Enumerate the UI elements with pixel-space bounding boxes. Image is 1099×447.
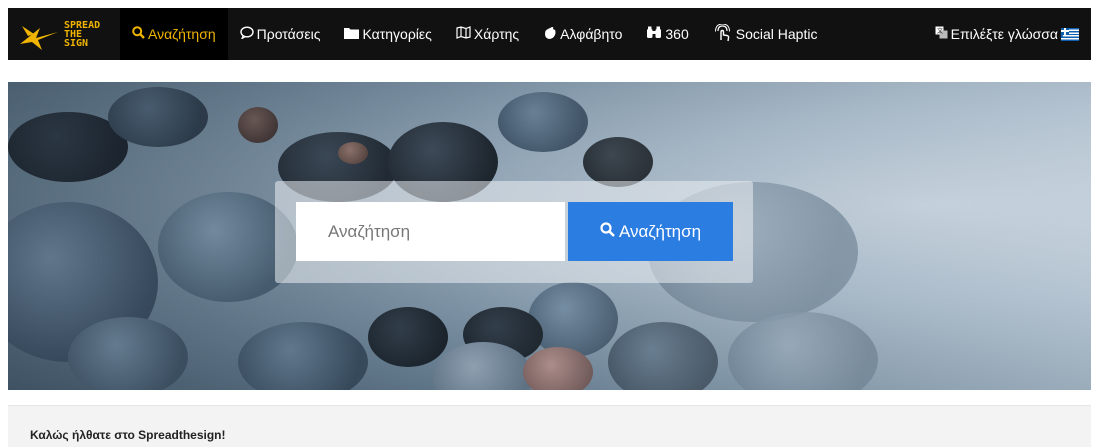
nav-item-alphabet[interactable]: Αλφάβητο: [531, 8, 634, 60]
nav-item-categories[interactable]: Κατηγορίες: [332, 8, 443, 60]
language-label: Επιλέξτε γλώσσα: [950, 26, 1058, 42]
svg-text:文: 文: [937, 27, 943, 35]
greek-flag-icon: [1061, 27, 1079, 41]
speech-bubble-icon: [239, 26, 254, 42]
nav-item-label: Αναζήτηση: [148, 26, 216, 42]
map-icon: [456, 26, 471, 42]
nav-item-suggestions[interactable]: Προτάσεις: [228, 8, 333, 60]
nav-item-search[interactable]: Αναζήτηση: [120, 8, 228, 60]
search-icon: [132, 26, 145, 42]
nav-item-label: Social Haptic: [735, 26, 818, 42]
welcome-section: Καλώς ήλθατε στο Spreadthesign!: [8, 405, 1091, 447]
search-input[interactable]: [296, 202, 565, 261]
nav-item-label: 360: [665, 26, 689, 42]
translate-icon: 文: [935, 26, 948, 42]
spreadthesign-logo[interactable]: SPREAD THE SIGN: [8, 8, 120, 60]
nav-item-social-haptic[interactable]: Social Haptic: [701, 8, 830, 60]
hand-icon: [543, 26, 557, 43]
nav-item-map[interactable]: Χάρτης: [444, 8, 531, 60]
nav-item-label: Χάρτης: [473, 26, 520, 42]
language-selector[interactable]: 文 Επιλέξτε γλώσσα: [923, 8, 1091, 60]
search-button[interactable]: Αναζήτηση: [568, 202, 733, 261]
folder-icon: [344, 26, 360, 42]
nav-item-360[interactable]: 360: [634, 8, 700, 60]
welcome-heading: Καλώς ήλθατε στο Spreadthesign!: [30, 428, 226, 442]
haptic-hand-icon: [713, 22, 733, 45]
nav-item-label: Προτάσεις: [256, 26, 321, 42]
logo-wordmark: SPREAD THE SIGN: [64, 20, 100, 49]
logo-line-3: SIGN: [64, 37, 89, 49]
top-navbar: SPREAD THE SIGN Αναζήτηση Προτάσεις Κατη…: [8, 8, 1091, 60]
binoculars-icon: [646, 26, 662, 42]
nav-item-label: Αλφάβητο: [560, 26, 623, 42]
logo-mark-icon: [20, 26, 58, 50]
nav-item-label: Κατηγορίες: [362, 26, 432, 42]
search-icon: [600, 221, 615, 242]
search-button-label: Αναζήτηση: [618, 221, 702, 241]
